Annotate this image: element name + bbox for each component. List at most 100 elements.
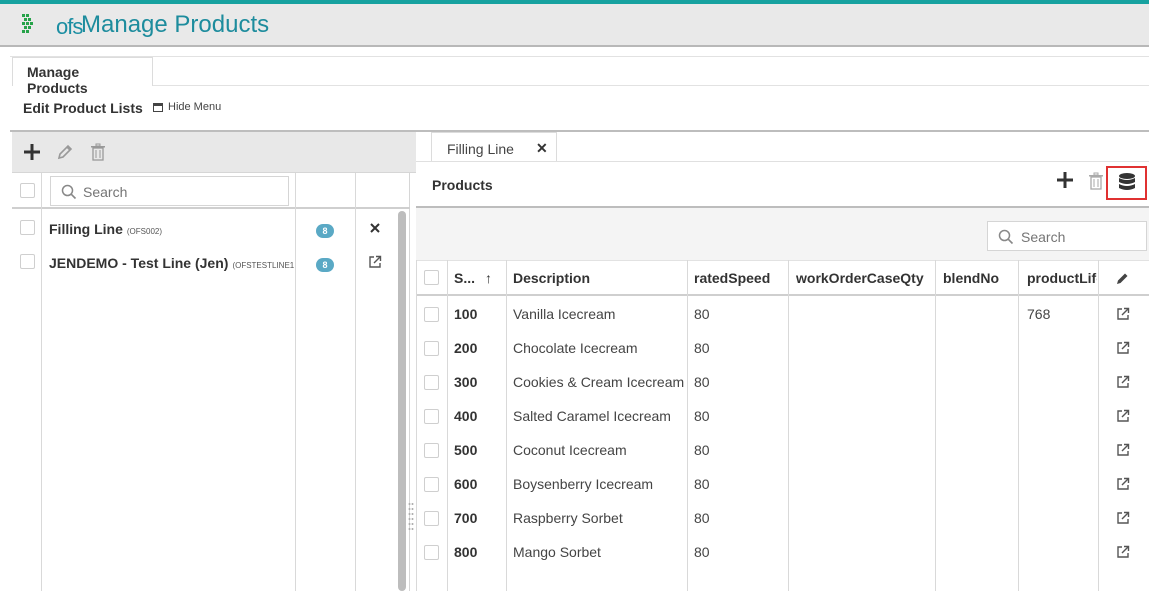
- cell-sku: 200: [454, 340, 478, 356]
- list-item-name: JENDEMO - Test Line (Jen) (OFSTESTLINE1: [49, 255, 295, 271]
- cell-rated-speed: 80: [694, 306, 710, 322]
- open-external-icon[interactable]: [1116, 341, 1130, 355]
- open-external-icon[interactable]: [1116, 307, 1130, 321]
- cell-sku: 100: [454, 306, 478, 322]
- list-item-checkbox[interactable]: [20, 254, 35, 269]
- cell-description: Coconut Icecream: [513, 442, 627, 458]
- window-icon: [153, 102, 163, 112]
- app-header: ofs Manage Products: [0, 0, 1149, 47]
- list-item-code: (OFSTESTLINE1: [232, 261, 295, 270]
- edit-columns-pencil-icon[interactable]: [1115, 271, 1130, 286]
- cell-description: Cookies & Cream Icecream: [513, 374, 685, 390]
- table-row[interactable]: 700 Raspberry Sorbet 80: [417, 501, 1149, 535]
- page-title: Manage Products: [81, 11, 270, 38]
- lists-scrollbar[interactable]: [398, 211, 406, 591]
- delete-product-button[interactable]: [1088, 172, 1104, 190]
- table-row[interactable]: 300 Cookies & Cream Icecream 80: [417, 365, 1149, 399]
- add-list-button[interactable]: [21, 141, 43, 163]
- splitter-handle-icon[interactable]: [408, 500, 414, 534]
- plus-icon: [24, 144, 40, 160]
- add-product-button[interactable]: [1056, 171, 1074, 189]
- table-row[interactable]: 200 Chocolate Icecream 80: [417, 331, 1149, 365]
- database-icon: [1118, 173, 1135, 190]
- delete-list-button[interactable]: [87, 141, 109, 163]
- database-button[interactable]: [1106, 166, 1147, 200]
- products-search: [987, 221, 1147, 251]
- products-title: Products: [432, 177, 493, 193]
- cell-sku: 700: [454, 510, 478, 526]
- cell-description: Chocolate Icecream: [513, 340, 638, 356]
- list-item-checkbox[interactable]: [20, 220, 35, 235]
- row-checkbox[interactable]: [424, 511, 439, 526]
- product-lists-panel: Filling Line(OFS002) 8 JENDEMO - Test Li…: [12, 132, 416, 591]
- close-tab-icon[interactable]: ✕: [536, 140, 548, 157]
- open-external-icon[interactable]: [368, 255, 382, 269]
- cell-description: Mango Sorbet: [513, 544, 601, 560]
- row-checkbox[interactable]: [424, 443, 439, 458]
- table-row[interactable]: 600 Boysenberry Icecream 80: [417, 467, 1149, 501]
- select-all-products-checkbox[interactable]: [424, 270, 439, 285]
- cell-rated-speed: 80: [694, 476, 710, 492]
- products-panel: Filling Line ✕ Products S... ↑ Descripti…: [416, 132, 1149, 591]
- column-header-product-life[interactable]: productLife: [1027, 270, 1097, 286]
- list-item[interactable]: Filling Line (OFS002) 8: [12, 211, 410, 245]
- open-external-icon[interactable]: [1116, 477, 1130, 491]
- column-header-rated-speed[interactable]: ratedSpeed: [694, 270, 770, 286]
- row-checkbox[interactable]: [424, 545, 439, 560]
- list-item-code: (OFS002): [126, 227, 163, 236]
- open-external-icon[interactable]: [1116, 511, 1130, 525]
- cell-description: Salted Caramel Icecream: [513, 408, 671, 424]
- cell-rated-speed: 80: [694, 374, 710, 390]
- product-count-badge: 8: [316, 258, 334, 272]
- hide-menu-label: Hide Menu: [168, 101, 222, 113]
- open-external-icon[interactable]: [1116, 443, 1130, 457]
- list-item-name: Filling Line (OFS002): [49, 221, 163, 237]
- open-external-icon[interactable]: [1116, 375, 1130, 389]
- column-header-sku[interactable]: S...: [454, 270, 475, 286]
- lists-header-row: [12, 173, 410, 209]
- table-row[interactable]: 800 Mango Sorbet 80: [417, 535, 1149, 569]
- tab-manage-products[interactable]: Manage Products: [12, 57, 153, 96]
- cell-rated-speed: 80: [694, 544, 710, 560]
- cell-description: Boysenberry Icecream: [513, 476, 654, 492]
- subheader: Manage Products Edit Product Lists Hide …: [10, 56, 1149, 131]
- column-header-description[interactable]: Description: [513, 270, 590, 286]
- close-icon[interactable]: [368, 221, 382, 235]
- cell-sku: 600: [454, 476, 478, 492]
- table-row[interactable]: 100 Vanilla Icecream 80 768: [417, 297, 1149, 331]
- cell-rated-speed: 80: [694, 408, 710, 424]
- open-external-icon[interactable]: [1116, 409, 1130, 423]
- open-external-icon[interactable]: [1116, 545, 1130, 559]
- product-count-badge: 8: [316, 224, 334, 238]
- cell-sku: 300: [454, 374, 478, 390]
- row-checkbox[interactable]: [424, 375, 439, 390]
- lists-search: [50, 176, 289, 206]
- cell-rated-speed: 80: [694, 510, 710, 526]
- search-icon: [998, 229, 1014, 245]
- cell-description: Raspberry Sorbet: [513, 510, 623, 526]
- hide-menu-button[interactable]: Hide Menu: [153, 101, 221, 113]
- lists-search-input[interactable]: [83, 182, 283, 202]
- edit-list-button[interactable]: [54, 141, 76, 163]
- select-all-lists-checkbox[interactable]: [20, 183, 35, 198]
- cell-product-life: 768: [1027, 306, 1051, 322]
- row-checkbox[interactable]: [424, 341, 439, 356]
- column-header-work-order-case-qty[interactable]: workOrderCaseQty: [796, 270, 924, 286]
- row-checkbox[interactable]: [424, 477, 439, 492]
- edit-product-lists-label: Edit Product Lists: [23, 100, 143, 116]
- cell-sku: 500: [454, 442, 478, 458]
- table-row[interactable]: 400 Salted Caramel Icecream 80: [417, 399, 1149, 433]
- row-checkbox[interactable]: [424, 409, 439, 424]
- products-grid: S... ↑ Description ratedSpeed workOrderC…: [416, 260, 1149, 591]
- cell-sku: 400: [454, 408, 478, 424]
- tab-underline: [416, 161, 1149, 162]
- column-header-blend-no[interactable]: blendNo: [943, 270, 999, 286]
- tab-filling-line[interactable]: Filling Line ✕: [431, 132, 557, 161]
- table-row[interactable]: 500 Coconut Icecream 80: [417, 433, 1149, 467]
- lists-toolbar: [12, 132, 416, 173]
- list-item[interactable]: JENDEMO - Test Line (Jen) (OFSTESTLINE1 8: [12, 245, 410, 279]
- products-search-input[interactable]: [1021, 227, 1141, 247]
- grid-header-row: S... ↑ Description ratedSpeed workOrderC…: [417, 260, 1149, 296]
- sort-ascending-icon[interactable]: ↑: [485, 270, 492, 286]
- row-checkbox[interactable]: [424, 307, 439, 322]
